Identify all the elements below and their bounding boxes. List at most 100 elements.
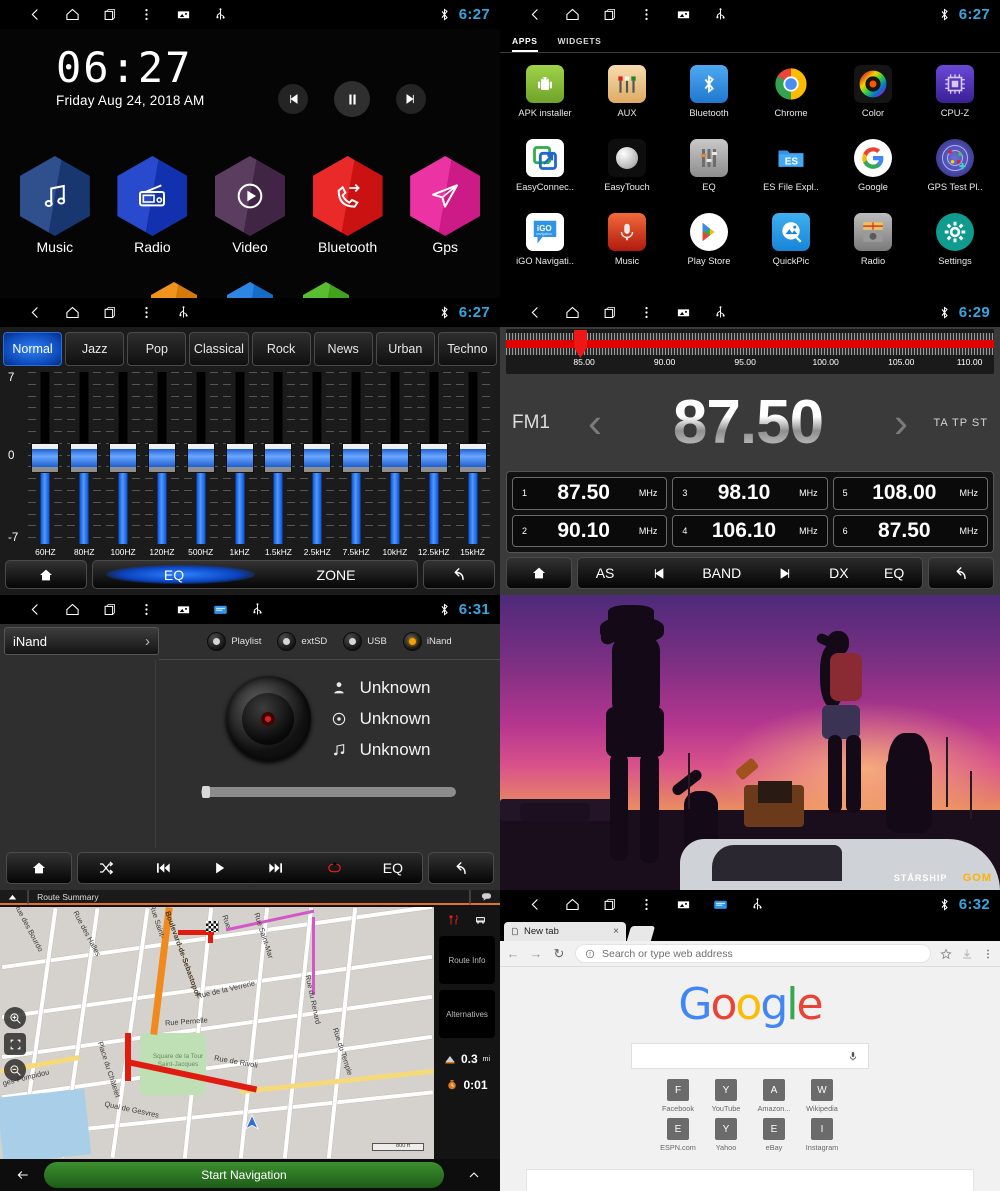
- expand-up-icon[interactable]: [466, 1169, 482, 1181]
- eq-button[interactable]: EQ: [884, 565, 904, 581]
- bookmark-star-icon[interactable]: [940, 947, 952, 960]
- progress-thumb[interactable]: [201, 786, 210, 798]
- next-track-button[interactable]: [396, 84, 426, 114]
- shortcut-instagram[interactable]: I Instagram: [799, 1118, 845, 1152]
- app-item-eq[interactable]: EQ: [668, 133, 750, 207]
- message-icon[interactable]: [713, 897, 728, 912]
- eq-band-track[interactable]: [222, 372, 258, 544]
- back-icon[interactable]: [28, 305, 43, 320]
- app-item-chrome[interactable]: Chrome: [750, 59, 832, 133]
- app-item-music[interactable]: Music: [586, 207, 668, 281]
- eq-band-knob[interactable]: [226, 444, 253, 472]
- home-button[interactable]: [5, 560, 87, 589]
- recents-icon[interactable]: [102, 305, 117, 320]
- close-icon[interactable]: ×: [613, 926, 619, 937]
- home-icon[interactable]: [565, 305, 580, 320]
- eq-band-knob[interactable]: [148, 444, 175, 472]
- article-card[interactable]: [526, 1169, 974, 1191]
- eq-band-track[interactable]: [27, 372, 63, 544]
- eq-zone-toggle[interactable]: EQ ZONE: [92, 560, 418, 589]
- eq-band-track[interactable]: [144, 372, 180, 544]
- shortcut-yahoo[interactable]: Y Yahoo: [703, 1118, 749, 1152]
- recents-icon[interactable]: [602, 305, 617, 320]
- tab-apps[interactable]: APPS: [512, 36, 538, 52]
- eq-band-120hz[interactable]: 120HZ: [144, 372, 180, 557]
- band-button[interactable]: BAND: [702, 565, 741, 581]
- shortcut-amazon[interactable]: A Amazon...: [751, 1079, 797, 1113]
- source-option-usb[interactable]: USB: [343, 632, 387, 651]
- microphone-icon[interactable]: [847, 1050, 859, 1063]
- prev-track-button[interactable]: [278, 84, 308, 114]
- zone-tab-label[interactable]: ZONE: [255, 567, 417, 583]
- eq-band-knob[interactable]: [304, 444, 331, 472]
- menu-icon[interactable]: [139, 305, 154, 320]
- browser-tab[interactable]: New tab ×: [504, 922, 626, 941]
- usb-icon[interactable]: [713, 305, 728, 320]
- recents-icon[interactable]: [102, 602, 117, 617]
- map-canvas[interactable]: Rue des Bourdo Rue des Halles Rue Saint-…: [0, 907, 434, 1159]
- preset-button[interactable]: 4 106.10 MHz: [672, 514, 828, 547]
- recents-icon[interactable]: [602, 7, 617, 22]
- shortcut-ebay[interactable]: EeBay: [751, 1118, 797, 1152]
- home-icon[interactable]: [565, 7, 580, 22]
- eq-band-1khz[interactable]: 1kHZ: [222, 372, 258, 557]
- preset-button[interactable]: 3 98.10 MHz: [672, 477, 828, 510]
- prev-icon[interactable]: [650, 566, 667, 581]
- eq-band-track[interactable]: [105, 372, 141, 544]
- next-icon[interactable]: [777, 566, 794, 581]
- usb-icon[interactable]: [750, 897, 765, 912]
- speech-bubble-icon[interactable]: [479, 891, 494, 902]
- usb-icon[interactable]: [176, 305, 191, 320]
- home-icon[interactable]: [65, 602, 80, 617]
- preset-button[interactable]: 6 87.50 MHz: [832, 514, 988, 547]
- eq-preset-urban[interactable]: Urban: [375, 332, 435, 366]
- panel-video-playback[interactable]: STÅRSHIP | GOM: [500, 595, 1000, 890]
- back-icon[interactable]: ←: [506, 946, 520, 961]
- alternatives-button[interactable]: Alternatives: [439, 990, 495, 1038]
- recents-icon[interactable]: [102, 7, 117, 22]
- tab-widgets[interactable]: WIDGETS: [558, 36, 602, 52]
- forward-icon[interactable]: →: [529, 946, 543, 961]
- eq-band-7.5khz[interactable]: 7.5kHZ: [338, 372, 374, 557]
- eq-band-knob[interactable]: [381, 444, 408, 472]
- preset-button[interactable]: 2 90.10 MHz: [512, 514, 668, 547]
- eq-tab-label[interactable]: EQ: [93, 567, 255, 583]
- eq-band-knob[interactable]: [265, 444, 292, 472]
- eq-preset-pop[interactable]: Pop: [127, 332, 187, 366]
- next-icon[interactable]: [266, 860, 286, 876]
- app-item-bluetooth[interactable]: Bluetooth: [668, 59, 750, 133]
- eq-band-knob[interactable]: [71, 444, 98, 472]
- screenshot-icon[interactable]: [676, 305, 691, 320]
- eq-band-60hz[interactable]: 60HZ: [27, 372, 63, 557]
- zoom-in-button[interactable]: [4, 1007, 26, 1029]
- home-icon[interactable]: [65, 305, 80, 320]
- app-item-easytouch[interactable]: EasyTouch: [586, 133, 668, 207]
- home-button[interactable]: [6, 852, 72, 884]
- shortcut-youtube[interactable]: Y YouTube: [703, 1079, 749, 1113]
- screenshot-icon[interactable]: [676, 897, 691, 912]
- eq-preset-classical[interactable]: Classical: [189, 332, 249, 366]
- source-option-playlist[interactable]: Playlist: [207, 632, 261, 651]
- menu-icon[interactable]: [139, 7, 154, 22]
- app-item-radio[interactable]: Radio: [832, 207, 914, 281]
- eq-band-15khz[interactable]: 15kHZ: [455, 372, 491, 557]
- app-item-google[interactable]: Google: [832, 133, 914, 207]
- app-item-easyconnect[interactable]: EasyConnec..: [504, 133, 586, 207]
- back-icon[interactable]: [28, 7, 43, 22]
- eq-preset-jazz[interactable]: Jazz: [65, 332, 125, 366]
- app-item-gps-test-plus[interactable]: GPS Test Pl..: [914, 133, 996, 207]
- eq-band-track[interactable]: [183, 372, 219, 544]
- app-item-es-file-explorer[interactable]: ES ES File Expl..: [750, 133, 832, 207]
- eq-preset-news[interactable]: News: [313, 332, 373, 366]
- back-icon[interactable]: [528, 897, 543, 912]
- play-icon[interactable]: [211, 860, 228, 876]
- shortcut-facebook[interactable]: F Facebook: [655, 1079, 701, 1113]
- vehicle-icon[interactable]: [474, 914, 487, 926]
- eq-preset-techno[interactable]: Techno: [437, 332, 497, 366]
- back-icon[interactable]: [28, 602, 43, 617]
- eq-band-knob[interactable]: [187, 444, 214, 472]
- app-item-quickpic[interactable]: QuickPic: [750, 207, 832, 281]
- back-button[interactable]: [428, 852, 494, 884]
- eq-band-track[interactable]: [66, 372, 102, 544]
- eq-band-track[interactable]: [299, 372, 335, 544]
